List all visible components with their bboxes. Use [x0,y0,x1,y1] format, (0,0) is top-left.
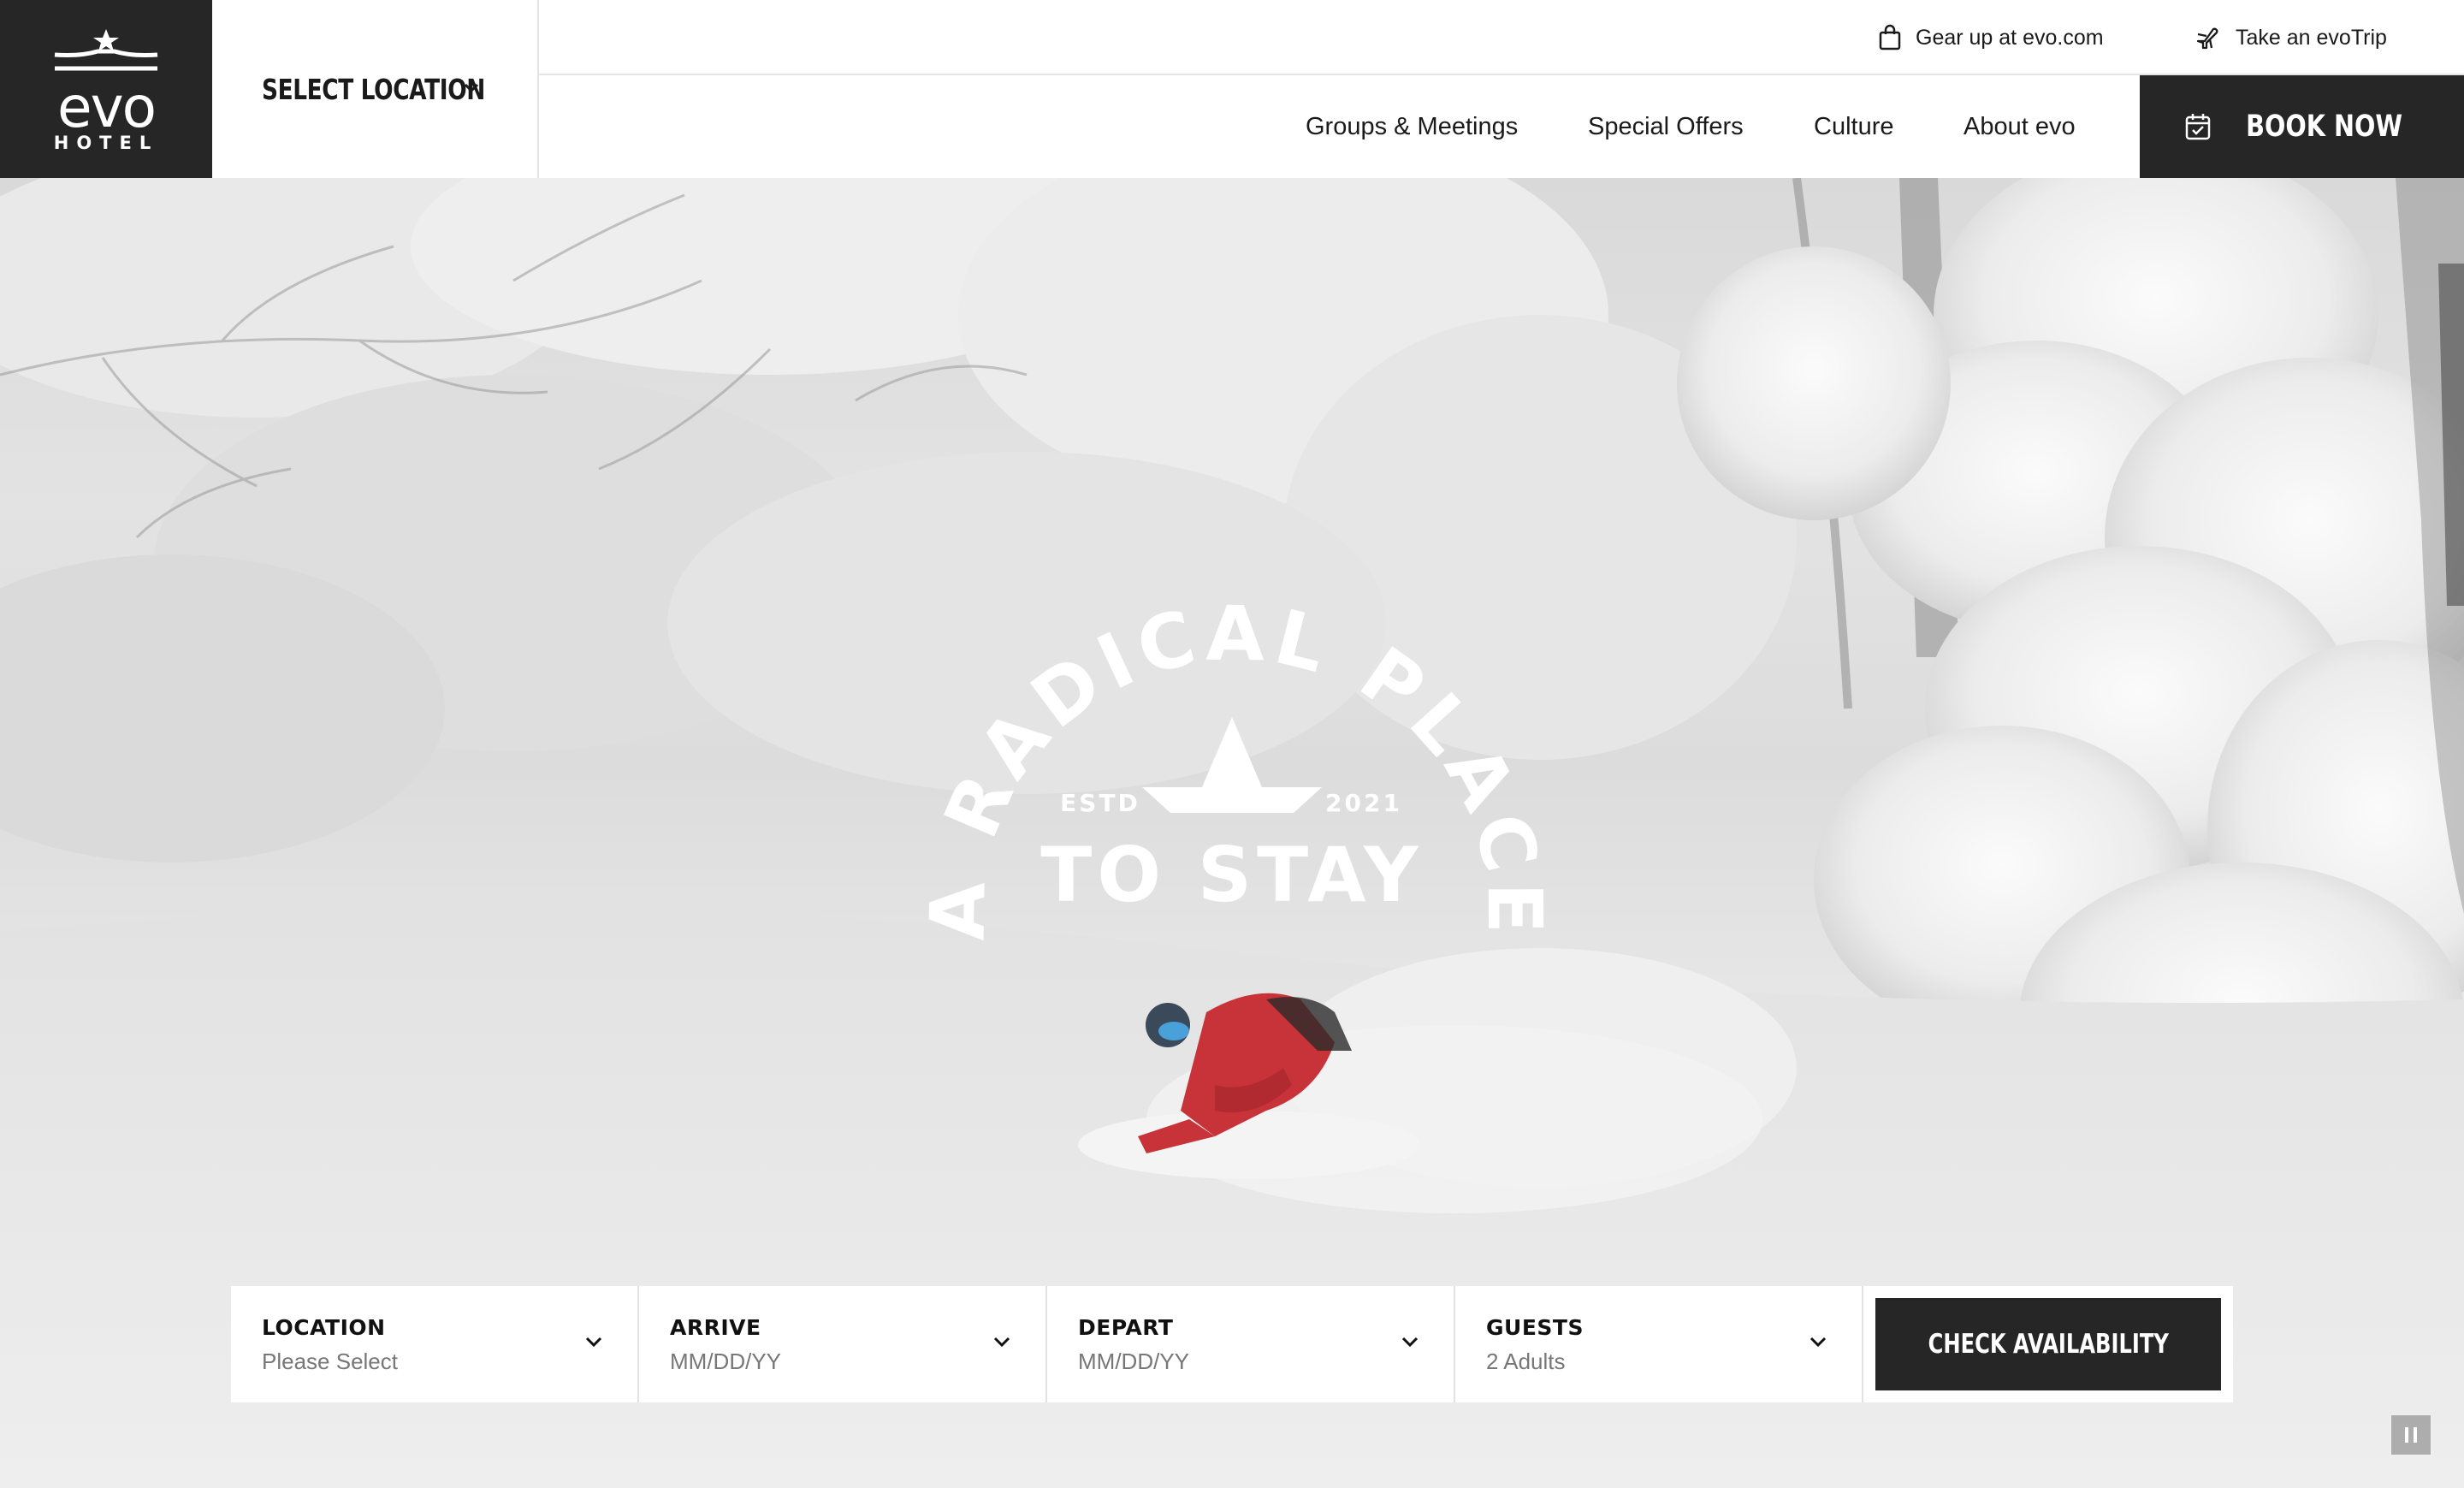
location-field-value: Please Select [262,1349,398,1374]
pause-video-button[interactable] [2390,1414,2432,1456]
evo-hotel-logo[interactable]: evo HOTEL [0,0,212,178]
evotrip-link[interactable]: Take an evoTrip [2194,0,2387,75]
guests-field-value: 2 Adults [1486,1349,1566,1374]
pause-icon [2405,1427,2408,1443]
boat-star-icon [1142,717,1322,813]
location-selector-label: SELECT LOCATION [262,72,485,106]
calendar-icon [2185,114,2211,140]
chevron-down-icon [1401,1337,1419,1348]
gear-up-label: Gear up at evo.com [1916,25,2104,50]
check-availability-button[interactable]: CHECK AVAILABILITY [1875,1298,2221,1390]
depart-field-label: DEPART [1078,1315,1174,1340]
utility-bar: Gear up at evo.com Take an evoTrip [539,0,2464,75]
booking-widget: LOCATION Please Select ARRIVE MM/DD/YY D… [231,1286,2233,1402]
evotrip-label: Take an evoTrip [2236,25,2387,50]
arrive-field-label: ARRIVE [670,1315,761,1340]
location-field[interactable]: LOCATION Please Select [231,1286,639,1402]
svg-text:evo: evo [57,74,155,140]
nav-culture[interactable]: Culture [1814,75,1894,178]
badge-estd: ESTD [1060,789,1140,817]
check-availability-label: CHECK AVAILABILITY [1928,1329,2169,1360]
airplane-icon [2196,27,2218,50]
site-header: evo HOTEL SELECT LOCATION Gear up at evo… [0,0,2464,178]
chevron-down-icon [585,1337,602,1348]
book-now-button[interactable]: BOOK NOW [2140,75,2464,178]
shopping-bag-icon [1879,24,1901,50]
badge-main-text: TO STAY [1040,831,1423,919]
chevron-down-icon [993,1337,1010,1348]
nav-about-evo[interactable]: About evo [1964,75,2076,178]
guests-field-label: GUESTS [1486,1315,1584,1340]
nav-groups-meetings[interactable]: Groups & Meetings [1306,75,1518,178]
evo-logo-icon: evo HOTEL [54,29,158,153]
nav-special-offers[interactable]: Special Offers [1588,75,1744,178]
chevron-down-icon [1810,1337,1827,1348]
svg-text:HOTEL: HOTEL [54,133,158,153]
arrive-field-value: MM/DD/YY [670,1349,781,1374]
depart-field[interactable]: DEPART MM/DD/YY [1047,1286,1455,1402]
guests-field[interactable]: GUESTS 2 Adults [1455,1286,1863,1402]
chevron-down-icon [464,83,479,93]
location-selector[interactable]: SELECT LOCATION [212,0,539,178]
book-now-label: BOOK NOW [2246,110,2402,144]
arrive-field[interactable]: ARRIVE MM/DD/YY [639,1286,1047,1402]
depart-field-value: MM/DD/YY [1078,1349,1189,1374]
gear-up-link[interactable]: Gear up at evo.com [1878,0,2104,75]
badge-year: 2021 [1325,789,1402,817]
location-field-label: LOCATION [262,1315,386,1340]
